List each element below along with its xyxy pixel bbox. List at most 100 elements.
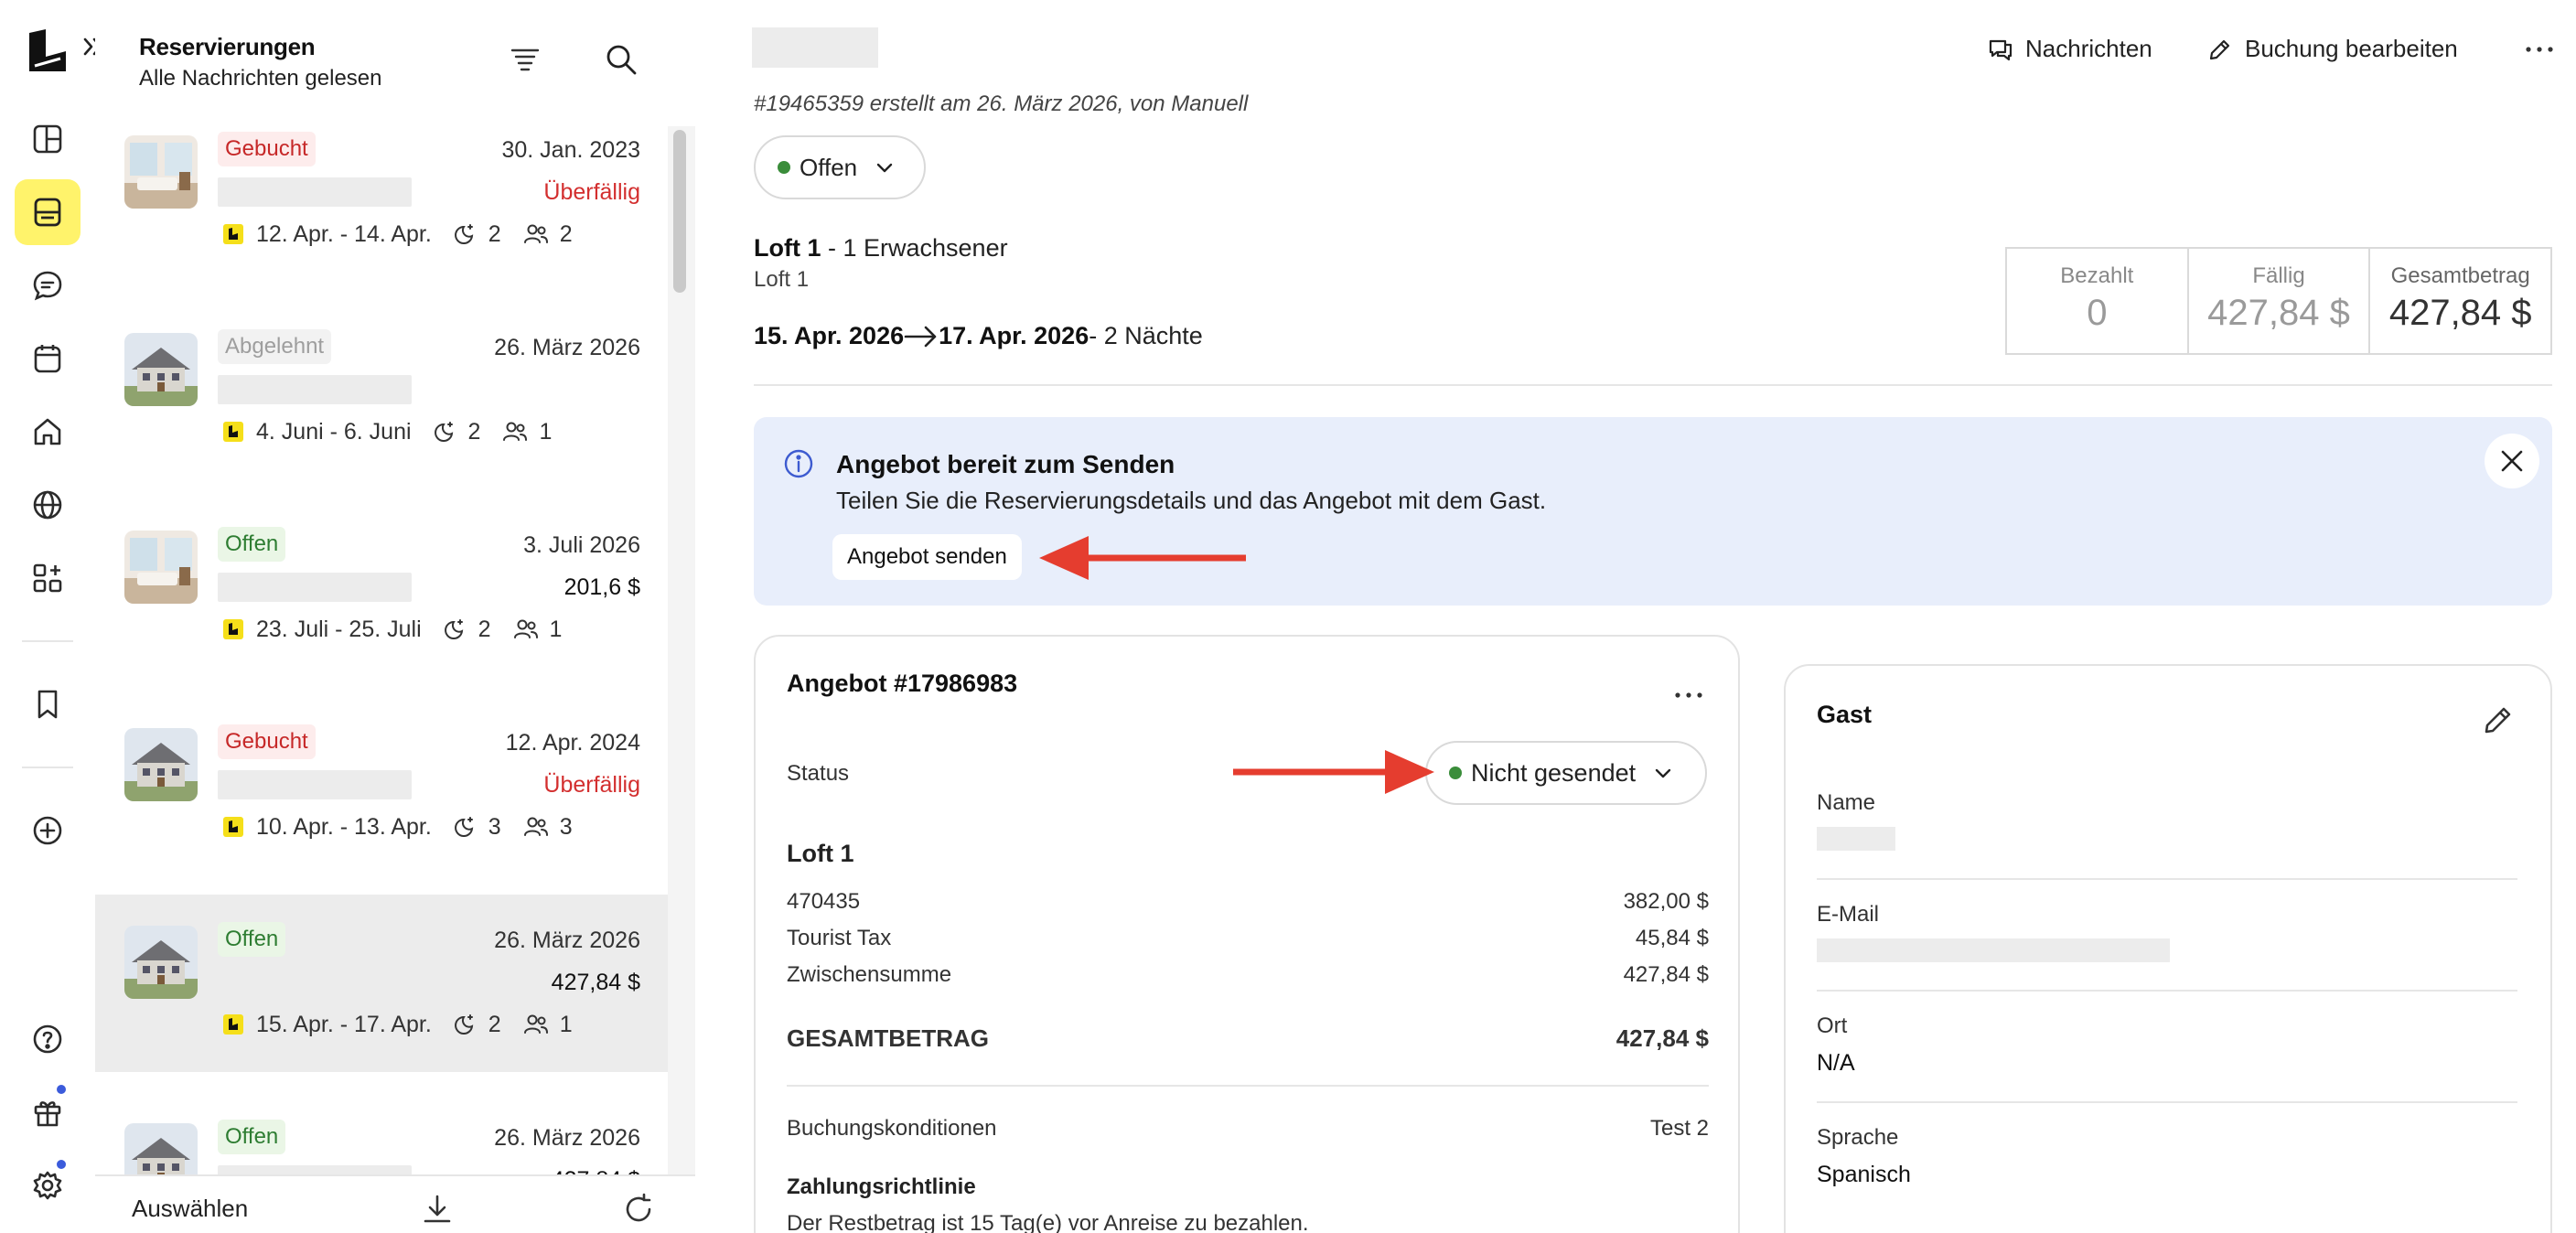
send-offer-button[interactable]: Angebot senden [832, 534, 1022, 580]
reservation-amount: Überfällig [543, 772, 640, 798]
guest-title: Gast [1817, 701, 1873, 728]
panel-header: Reservierungen Alle Nachrichten gelesen [95, 0, 695, 126]
offer-card: Angebot #17986983 Status Nicht gesendet … [754, 635, 1740, 1233]
help-icon[interactable] [26, 1017, 70, 1061]
offer-title: Angebot #17986983 [787, 670, 1018, 697]
guest-language-label: Sprache [1817, 1125, 1899, 1150]
gift-icon[interactable] [26, 1090, 70, 1134]
guest-count: - 1 Erwachsener [821, 234, 1008, 262]
paid-value: 0 [2087, 293, 2108, 333]
conditions-label: Buchungskonditionen [787, 1116, 997, 1141]
add-icon[interactable] [26, 809, 70, 852]
reservation-list-item[interactable]: Offen26. März 2026427,84 $15. Apr. - 17.… [95, 895, 668, 1072]
offer-status-value: Nicht gesendet [1471, 758, 1637, 787]
guest-city-label: Ort [1817, 1013, 1848, 1038]
more-options-icon[interactable] [1670, 681, 1707, 708]
globe-icon[interactable] [26, 483, 70, 527]
policy-text: Der Restbetrag ist 15 Tag(e) vor Anreise… [787, 1211, 1309, 1233]
messages-button[interactable]: Nachrichten [1987, 35, 2152, 63]
messages-icon[interactable] [26, 263, 70, 307]
guests-count: 1 [549, 616, 563, 642]
date-range: 23. Juli - 25. Juli [256, 616, 422, 642]
due-box: Fällig 427,84 $ [2189, 249, 2371, 353]
chevron-down-icon [876, 163, 893, 173]
reservation-date: 30. Jan. 2023 [501, 137, 640, 163]
unit-name: Loft 1 [754, 234, 821, 262]
reservation-detail: Nachrichten Buchung bearbeiten #19465359… [695, 0, 2576, 1233]
property-thumbnail [124, 135, 198, 209]
refresh-icon[interactable] [622, 1193, 655, 1226]
guests-icon [523, 222, 549, 246]
payment-totals: Bezahlt 0 Fällig 427,84 $ Gesamtbetrag 4… [2005, 247, 2552, 355]
divider [1817, 990, 2517, 992]
dashboard-icon[interactable] [26, 117, 70, 161]
nights-count: 3 [488, 813, 501, 840]
reservation-list-item[interactable]: Gebucht 12. Apr. 2024 Überfällig 10. Apr. -… [95, 697, 668, 874]
channel-logo-icon [223, 1014, 243, 1035]
brand-logo[interactable] [27, 29, 68, 73]
calendar-icon[interactable] [26, 337, 70, 381]
property-thumbnail [124, 926, 198, 999]
reservation-list-item[interactable]: Gebucht 30. Jan. 2023 Überfällig 12. Apr. -… [95, 126, 668, 282]
booking-status-dropdown[interactable]: Offen [754, 135, 926, 199]
guests-count: 2 [559, 220, 573, 247]
reservations-icon[interactable] [15, 179, 80, 245]
conditions-value: Test 2 [1649, 1116, 1709, 1141]
guest-language-value: Spanisch [1817, 1162, 1911, 1187]
property-thumbnail [124, 728, 198, 801]
notification-dot [55, 1158, 68, 1171]
select-button[interactable]: Auswählen [132, 1195, 248, 1223]
paid-label: Bezahlt [2060, 263, 2134, 288]
policy-title: Zahlungsrichtlinie [787, 1174, 976, 1199]
guest-email-label: E-Mail [1817, 902, 1880, 927]
more-options-icon[interactable] [2521, 35, 2558, 62]
reservation-list-item[interactable]: Offen26. März 2026427,84 $15. Apr. - 17.… [95, 1092, 668, 1174]
nights-count: 2 [488, 1011, 501, 1037]
reservation-summary: 10. Apr. - 13. Apr. 3 3 [223, 812, 573, 842]
offer-status-dropdown[interactable]: Nicht gesendet [1425, 741, 1707, 805]
reservation-amount: Überfällig [543, 179, 640, 205]
nights-icon [454, 815, 478, 839]
reservation-date: 26. März 2026 [494, 927, 640, 953]
apps-icon[interactable] [26, 556, 70, 600]
channel-logo-icon [223, 817, 243, 837]
property-thumbnail [124, 333, 198, 406]
offer-total-label: GESAMTBETRAG [787, 1024, 989, 1052]
guest-name-field: Name [1817, 790, 2517, 880]
guests-icon [502, 420, 528, 444]
download-icon[interactable] [421, 1193, 454, 1226]
panel-subtitle: Alle Nachrichten gelesen [139, 66, 382, 91]
channel-logo-icon [223, 422, 243, 442]
checkin-date: 15. Apr. 2026 [754, 322, 905, 349]
total-label: Gesamtbetrag [2390, 263, 2530, 288]
edit-guest-icon[interactable] [2481, 702, 2516, 737]
nights-count: 2 [478, 616, 491, 642]
home-icon[interactable] [26, 410, 70, 454]
offer-status-label: Status [787, 761, 850, 786]
annotation-arrow-icon [1039, 536, 1246, 580]
arrow-right-icon [904, 326, 937, 347]
filter-icon[interactable] [509, 44, 542, 77]
guests-count: 3 [559, 813, 573, 840]
offer-total-row: GESAMTBETRAG 427,84 $ [787, 1024, 1709, 1053]
paid-box: Bezahlt 0 [2007, 249, 2189, 353]
guests-icon [523, 815, 549, 839]
edit-booking-button[interactable]: Buchung bearbeiten [2206, 35, 2458, 63]
line-label: 470435 [787, 889, 861, 914]
guest-name-placeholder [218, 770, 412, 799]
booking-status-label: Offen [800, 153, 858, 181]
bookmark-icon[interactable] [26, 682, 70, 726]
guest-name-placeholder [752, 27, 878, 68]
status-badge: Offen [218, 922, 286, 957]
search-icon[interactable] [604, 42, 639, 77]
nights-count: - 2 Nächte [1089, 322, 1203, 349]
status-badge: Gebucht [218, 132, 316, 166]
line-label: Zwischensumme [787, 962, 952, 987]
reservation-date: 26. März 2026 [494, 1125, 640, 1151]
reservation-list-item[interactable]: Abgelehnt 26. März 2026 4. Juni - 6. Juni 2… [95, 302, 668, 479]
guest-email-placeholder [1817, 938, 2170, 962]
date-range: 12. Apr. - 14. Apr. [256, 220, 432, 247]
reservation-list-item[interactable]: Offen 3. Juli 2026 201,6 $23. Juli - 25. J… [95, 499, 668, 677]
close-banner-button[interactable] [2485, 434, 2539, 488]
scrollbar-thumb[interactable] [673, 130, 686, 293]
